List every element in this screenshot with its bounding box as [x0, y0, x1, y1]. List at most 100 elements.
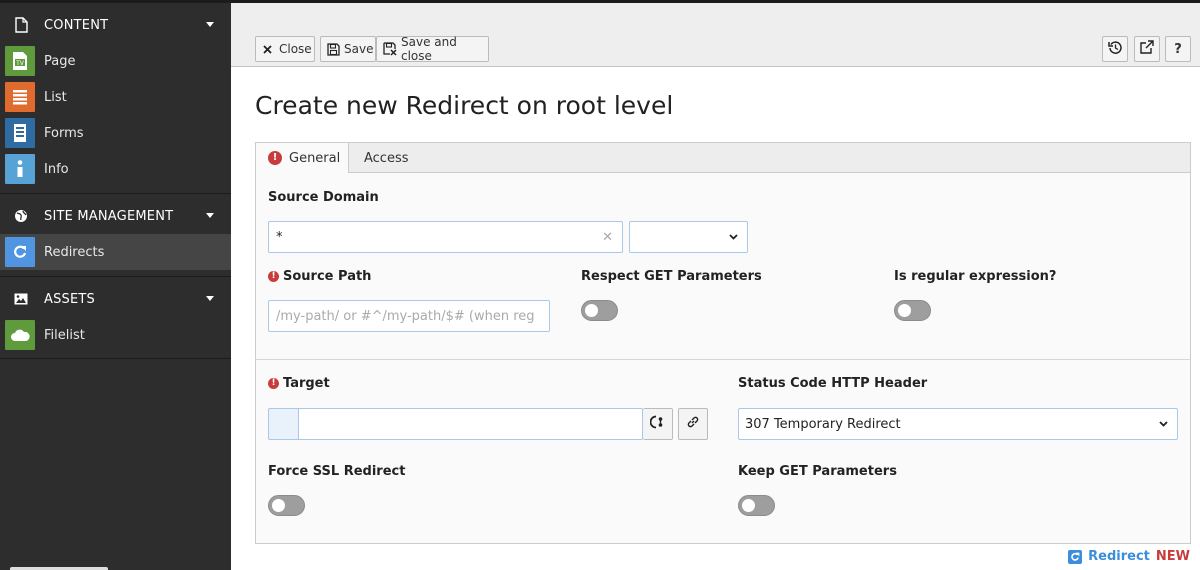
list-icon — [5, 82, 35, 112]
link-wizard-button[interactable] — [643, 408, 673, 440]
force-ssl-toggle[interactable] — [268, 495, 305, 516]
chevron-down-icon[interactable] — [206, 213, 214, 218]
keep-get-label: Keep GET Parameters — [738, 464, 897, 479]
tab-access[interactable]: Access — [349, 142, 419, 174]
external-link-icon — [1140, 40, 1154, 58]
status-code-select[interactable]: 307 Temporary Redirect — [738, 408, 1178, 440]
save-and-close-label: Save and close — [401, 35, 457, 63]
help-button[interactable]: ? — [1165, 36, 1191, 62]
close-button[interactable]: Close — [255, 36, 315, 62]
sidebar-item-label: Filelist — [44, 327, 85, 343]
toggle-knob — [585, 304, 598, 317]
close-label: Close — [279, 42, 312, 56]
source-path-placeholder: /my-path/ or #^/my-path/$# (when reg — [276, 308, 535, 324]
sidebar-group-site-management[interactable]: SITE MANAGEMENT — [0, 198, 231, 234]
link-button[interactable] — [678, 408, 708, 440]
sidebar-divider — [0, 193, 231, 194]
error-icon: ! — [268, 151, 282, 165]
redirect-icon — [1068, 549, 1083, 564]
source-domain-value: * — [276, 229, 283, 245]
sidebar-top-border — [0, 0, 231, 3]
target-label: ! Target — [268, 376, 330, 391]
doc-header: Close Save Save and close ? — [231, 3, 1200, 67]
toggle-knob — [272, 499, 285, 512]
save-button[interactable]: Save — [320, 36, 376, 62]
source-path-input[interactable]: /my-path/ or #^/my-path/$# (when reg — [268, 300, 550, 332]
chevron-down-icon — [1159, 421, 1168, 427]
link-wizard-icon — [649, 415, 665, 433]
cloud-icon — [5, 320, 35, 350]
chevron-down-icon[interactable] — [206, 296, 214, 301]
force-ssl-label-text: Force SSL Redirect — [268, 464, 406, 479]
chevron-down-icon[interactable] — [206, 22, 214, 27]
tab-label: Access — [364, 150, 409, 166]
force-ssl-label: Force SSL Redirect — [268, 464, 405, 479]
status-code-label-text: Status Code HTTP Header — [738, 376, 928, 391]
sidebar-item-forms[interactable]: Forms — [0, 115, 231, 151]
sidebar-item-label: Page — [44, 53, 76, 69]
is-regex-label-text: Is regular expression? — [894, 269, 1057, 284]
respect-get-toggle[interactable] — [581, 300, 618, 321]
help-label: ? — [1174, 41, 1182, 57]
is-regex-label: Is regular expression? — [894, 269, 1056, 284]
link-icon — [686, 415, 700, 433]
info-icon — [5, 154, 35, 184]
save-close-icon — [383, 42, 397, 56]
save-icon — [327, 42, 340, 56]
tab-general[interactable]: ! General — [255, 142, 349, 174]
sidebar-item-label: Redirects — [44, 244, 105, 260]
svg-text:TV: TV — [15, 60, 25, 67]
new-badge: NEW — [1155, 549, 1190, 564]
sidebar-item-label: Info — [44, 161, 69, 177]
keep-get-label-text: Keep GET Parameters — [738, 464, 897, 479]
record-type-label: Redirect — [1088, 549, 1150, 564]
page-tv-icon: TV — [5, 46, 35, 76]
save-and-close-button[interactable]: Save and close — [376, 35, 489, 63]
status-code-value: 307 Temporary Redirect — [745, 416, 901, 432]
toggle-knob — [898, 304, 911, 317]
forms-icon — [5, 118, 35, 148]
error-icon: ! — [268, 271, 279, 282]
sidebar-group-label: SITE MANAGEMENT — [44, 208, 174, 224]
redirect-icon — [5, 237, 35, 267]
sidebar-item-label: List — [44, 89, 67, 105]
target-type-addon — [268, 408, 299, 440]
sidebar-group-assets[interactable]: ASSETS — [0, 281, 231, 317]
open-new-window-button[interactable] — [1134, 36, 1160, 62]
tab-bar: ! General Access — [255, 142, 1191, 174]
sidebar-group-label: CONTENT — [44, 17, 109, 33]
is-regex-toggle[interactable] — [894, 300, 931, 321]
clear-icon[interactable]: ✕ — [602, 230, 613, 245]
sidebar-item-page[interactable]: TV Page — [0, 43, 231, 79]
globe-icon — [12, 207, 30, 225]
chevron-down-icon — [729, 234, 738, 240]
toggle-knob — [742, 499, 755, 512]
error-icon: ! — [268, 378, 279, 389]
sidebar-group-content[interactable]: CONTENT — [0, 7, 231, 43]
image-icon — [12, 290, 30, 308]
module-menu: CONTENT TV Page List Forms Info SITE MAN… — [0, 0, 231, 570]
source-domain-label-text: Source Domain — [268, 190, 379, 205]
record-info: Redirect NEW — [1068, 549, 1190, 564]
sidebar-item-label: Forms — [44, 125, 84, 141]
status-code-label: Status Code HTTP Header — [738, 376, 927, 391]
target-input[interactable] — [298, 408, 643, 440]
respect-get-label: Respect GET Parameters — [581, 269, 762, 284]
sidebar-item-info[interactable]: Info — [0, 151, 231, 187]
page-title: Create new Redirect on root level — [255, 91, 674, 120]
respect-get-label-text: Respect GET Parameters — [581, 269, 762, 284]
source-path-label-text: Source Path — [283, 269, 372, 284]
source-domain-select[interactable] — [629, 221, 748, 253]
sidebar-item-list[interactable]: List — [0, 79, 231, 115]
section-divider — [255, 359, 1191, 360]
sidebar-item-filelist[interactable]: Filelist — [0, 317, 231, 353]
tab-label: General — [289, 150, 341, 166]
save-label: Save — [344, 42, 374, 56]
history-button[interactable] — [1102, 36, 1128, 62]
sidebar-item-redirects[interactable]: Redirects — [0, 234, 231, 270]
target-label-text: Target — [283, 376, 330, 391]
keep-get-toggle[interactable] — [738, 495, 775, 516]
close-icon — [263, 44, 272, 54]
source-domain-input[interactable]: * ✕ — [268, 221, 623, 253]
history-icon — [1107, 40, 1123, 59]
